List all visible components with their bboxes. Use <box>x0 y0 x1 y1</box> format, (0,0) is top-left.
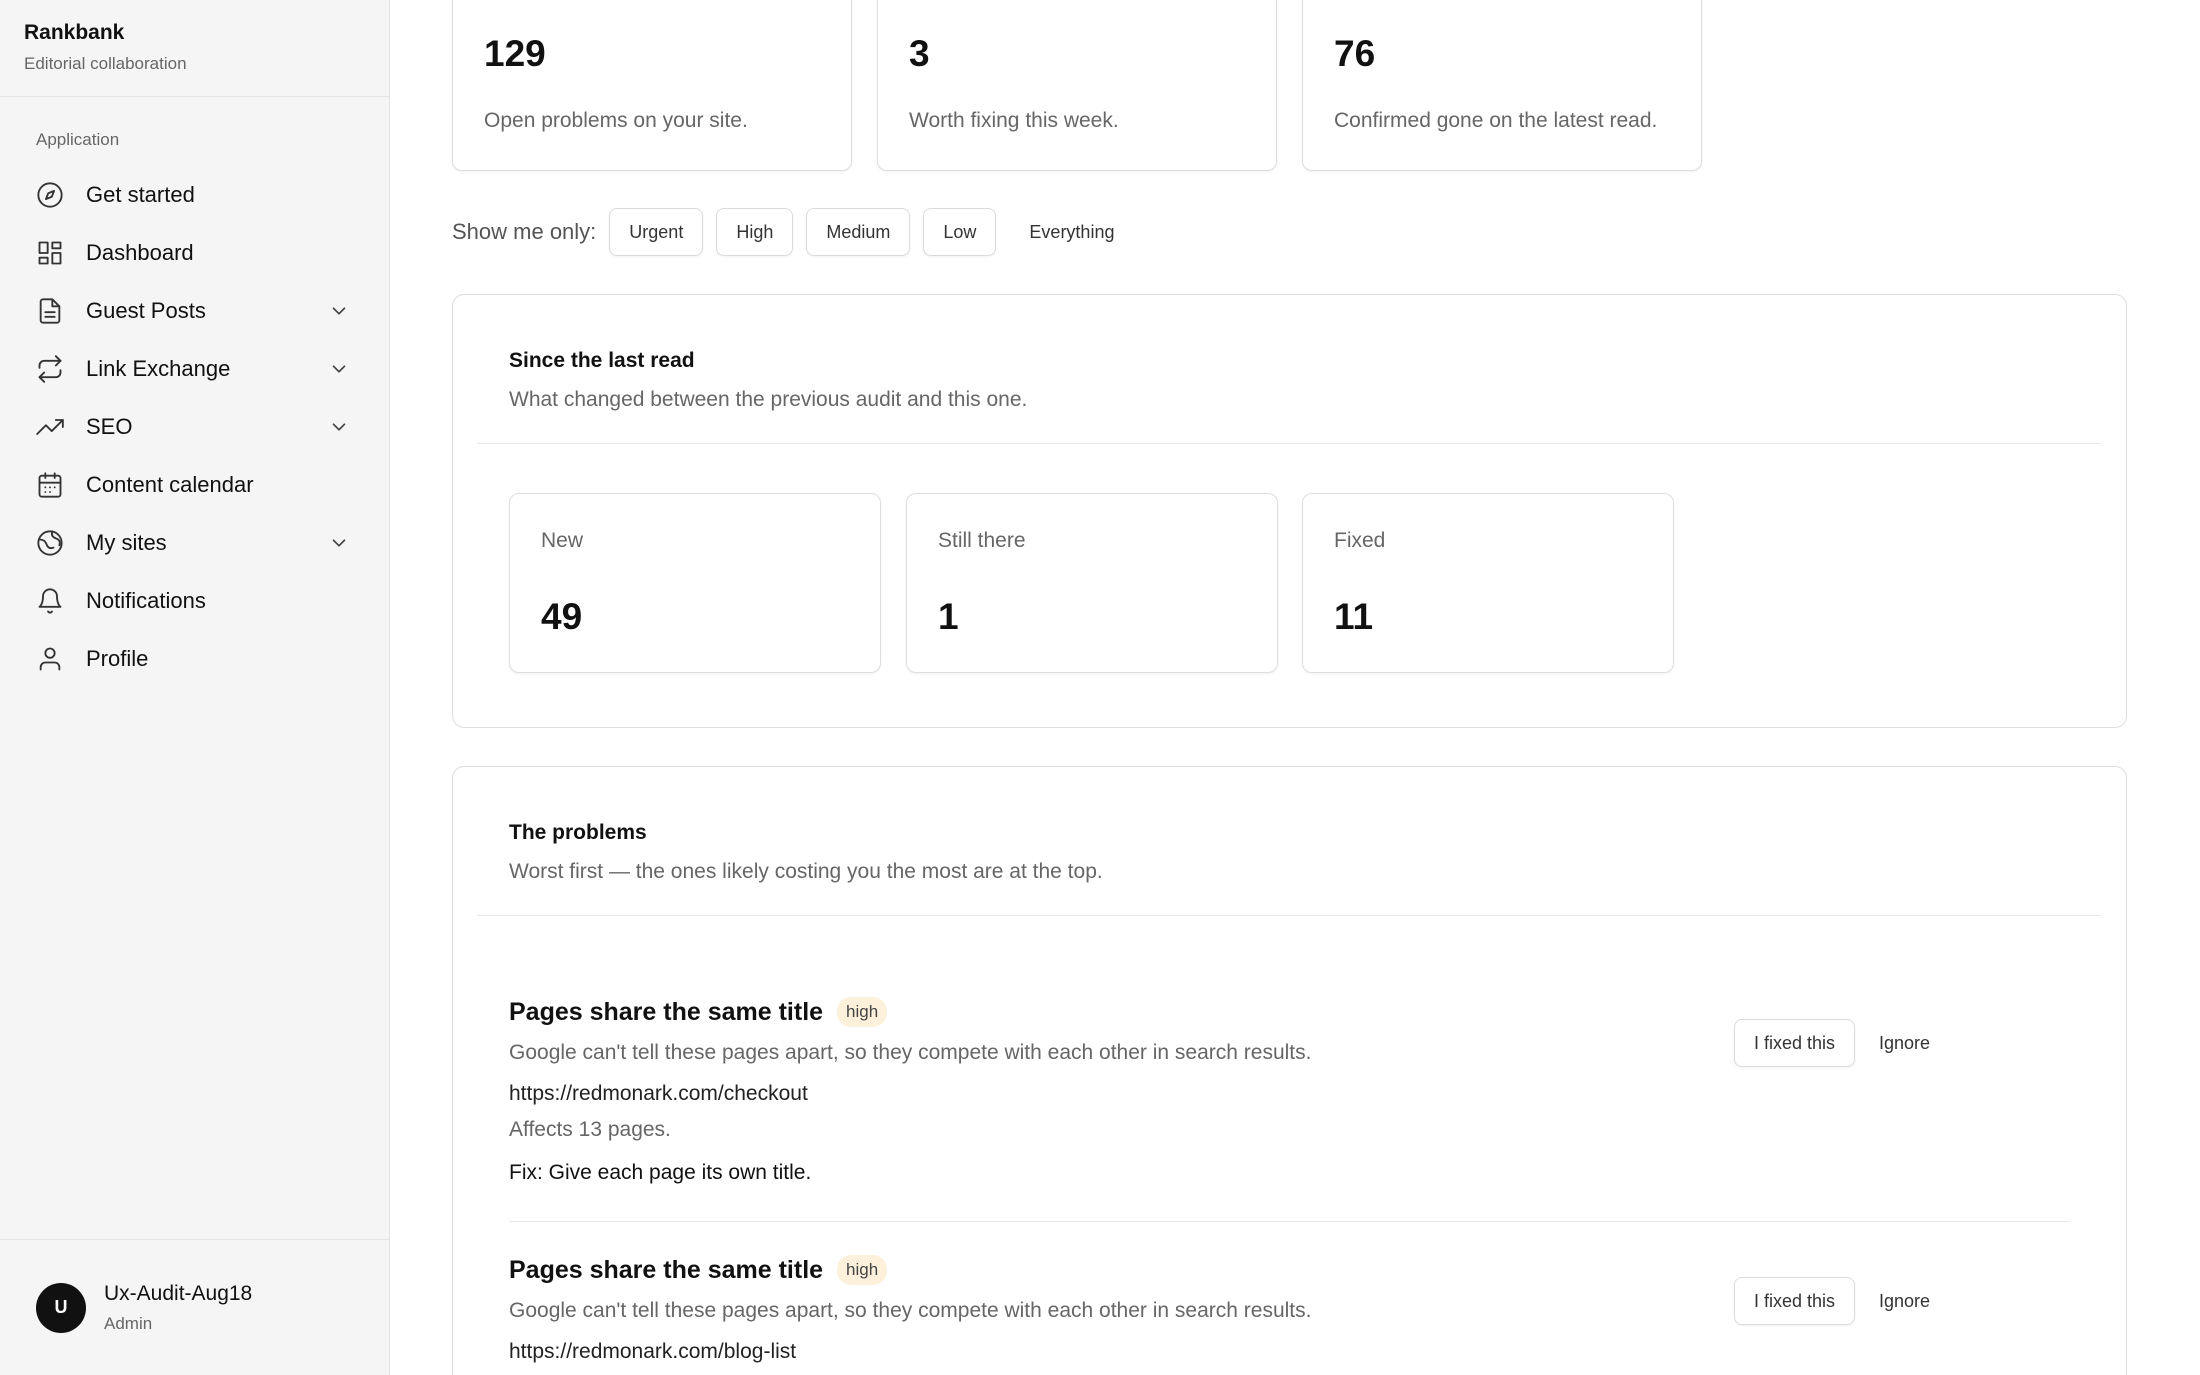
chevron-down-icon[interactable] <box>328 416 350 438</box>
stat-card-worth-fixing: 3 Worth fixing this week. <box>877 0 1277 171</box>
stat-description: Open problems on your site. <box>484 109 748 132</box>
filter-medium-button[interactable]: Medium <box>806 208 911 256</box>
change-value: 11 <box>1334 596 1374 637</box>
panel-subtitle: Worst first — the ones likely costing yo… <box>509 860 1103 883</box>
dashboard-icon <box>36 239 64 267</box>
panel-subtitle: What changed between the previous audit … <box>509 388 1028 411</box>
i-fixed-this-button[interactable]: I fixed this <box>1734 1277 1856 1325</box>
filter-low-button[interactable]: Low <box>923 208 997 256</box>
trending-up-icon <box>36 413 64 441</box>
problem-fix: Fix: Give each page its own title. <box>509 1161 812 1184</box>
change-value: 1 <box>938 596 959 637</box>
change-label: New <box>541 529 584 552</box>
sidebar-item-dashboard[interactable]: Dashboard <box>24 224 364 282</box>
brand: Rankbank Editorial collaboration <box>0 0 389 97</box>
filter-high-button[interactable]: High <box>716 208 794 256</box>
sidebar-item-content-calendar[interactable]: Content calendar <box>24 456 364 514</box>
severity-badge: high <box>837 1255 888 1285</box>
sidebar-item-profile[interactable]: Profile <box>24 630 364 688</box>
change-label: Still there <box>938 529 1026 552</box>
panel-header: The problems Worst first — the ones like… <box>477 767 2102 916</box>
stat-value: 129 <box>484 33 546 74</box>
sidebar-item-my-sites[interactable]: My sites <box>24 514 364 572</box>
globe-icon <box>36 529 64 557</box>
sidebar-item-label: Dashboard <box>86 240 194 265</box>
severity-badge: high <box>837 997 888 1027</box>
chevron-down-icon[interactable] <box>328 358 350 380</box>
sidebar-item-notifications[interactable]: Notifications <box>24 572 364 630</box>
problem-url[interactable]: https://redmonark.com/checkout <box>509 1082 2069 1106</box>
sidebar-item-seo[interactable]: SEO <box>24 398 364 456</box>
sidebar-item-label: Notifications <box>86 588 206 613</box>
sidebar-item-label: Profile <box>86 646 149 671</box>
filter-label: Show me only: <box>452 219 597 244</box>
change-label: Fixed <box>1334 529 1386 552</box>
change-card-new: New 49 <box>509 493 881 673</box>
problems-panel: The problems Worst first — the ones like… <box>452 766 2127 1375</box>
stat-description: Confirmed gone on the latest read. <box>1334 109 1658 132</box>
divider <box>509 1221 2069 1222</box>
filter-everything-button[interactable]: Everything <box>1009 208 1134 256</box>
problem-url[interactable]: https://redmonark.com/blog-list <box>509 1340 2069 1364</box>
sidebar-item-label: Guest Posts <box>86 298 206 323</box>
sidebar-item-label: Content calendar <box>86 472 254 497</box>
sidebar: Rankbank Editorial collaboration Applica… <box>0 0 390 1375</box>
document-icon <box>36 297 64 325</box>
problem-title: Pages share the same title <box>509 997 824 1026</box>
bell-icon <box>36 587 64 615</box>
sidebar-item-get-started[interactable]: Get started <box>24 166 364 224</box>
sidebar-item-label: My sites <box>86 530 167 555</box>
sidebar-item-guest-posts[interactable]: Guest Posts <box>24 282 364 340</box>
exchange-icon <box>36 355 64 383</box>
change-value: 49 <box>541 596 583 637</box>
sidebar-section-label: Application <box>36 130 120 149</box>
compass-icon <box>36 181 64 209</box>
user-menu[interactable]: U Ux-Audit-Aug18 Admin <box>0 1239 390 1375</box>
sidebar-item-label: Link Exchange <box>86 356 231 381</box>
panel-title: Since the last read <box>509 349 695 372</box>
sidebar-item-label: Get started <box>86 182 195 207</box>
sidebar-item-link-exchange[interactable]: Link Exchange <box>24 340 364 398</box>
change-card-still-there: Still there 1 <box>906 493 1278 673</box>
since-last-read-panel: Since the last read What changed between… <box>452 294 2127 728</box>
stat-value: 76 <box>1334 33 1376 74</box>
user-role: Admin <box>104 1313 153 1333</box>
brand-subtitle: Editorial collaboration <box>24 54 187 73</box>
change-card-fixed: Fixed 11 <box>1302 493 1674 673</box>
stat-card-confirmed-gone: 76 Confirmed gone on the latest read. <box>1302 0 1702 171</box>
i-fixed-this-button[interactable]: I fixed this <box>1734 1019 1856 1067</box>
ignore-button[interactable]: Ignore <box>1860 1019 1949 1067</box>
stat-value: 3 <box>909 33 930 74</box>
panel-header: Since the last read What changed between… <box>477 295 2102 444</box>
problem-affects: Affects 13 pages. <box>509 1118 671 1141</box>
user-name: Ux-Audit-Aug18 <box>104 1281 253 1305</box>
calendar-icon <box>36 471 64 499</box>
chevron-down-icon[interactable] <box>328 532 350 554</box>
sidebar-item-label: SEO <box>86 414 133 439</box>
chevron-down-icon[interactable] <box>328 300 350 322</box>
stat-description: Worth fixing this week. <box>909 109 1119 132</box>
sidebar-nav: Get started Dashboard Guest Posts Link E… <box>24 166 364 688</box>
panel-title: The problems <box>509 821 647 844</box>
stat-card-open-problems: 129 Open problems on your site. <box>452 0 852 171</box>
brand-name: Rankbank <box>24 21 125 44</box>
filter-urgent-button[interactable]: Urgent <box>609 208 704 256</box>
avatar: U <box>36 1282 86 1333</box>
severity-filter: Show me only: Urgent High Medium Low Eve… <box>452 208 1147 256</box>
user-icon <box>36 645 64 673</box>
ignore-button[interactable]: Ignore <box>1860 1277 1949 1325</box>
problem-title: Pages share the same title <box>509 1255 824 1284</box>
